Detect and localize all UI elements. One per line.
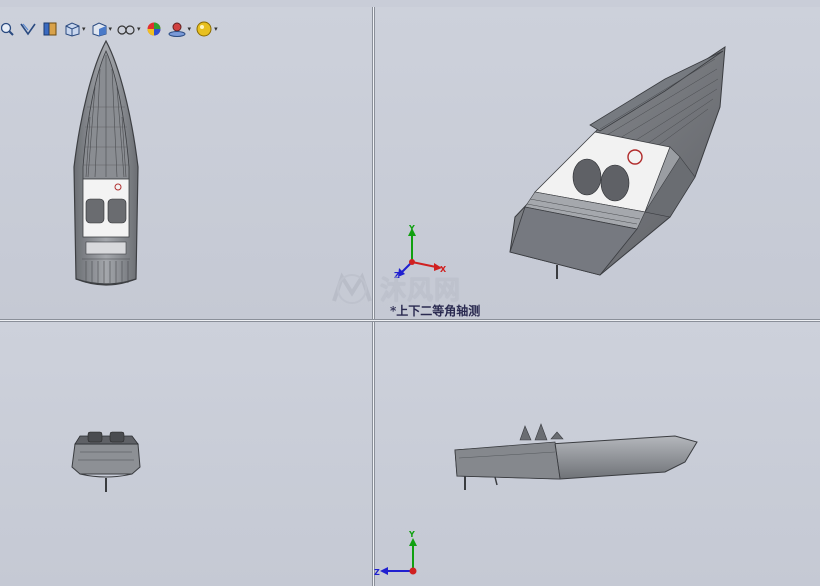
section-view-icon <box>43 22 57 36</box>
viewport-top-view[interactable]: ▾ ▾ ▾ ▾ ▾ <box>0 7 372 319</box>
boat-top-view <box>73 39 139 286</box>
watermark-logo-icon <box>332 271 372 304</box>
boat-front-view <box>71 431 141 492</box>
edit-appearance-icon <box>147 22 161 36</box>
apply-scene-button[interactable]: ▾ <box>166 19 193 39</box>
view-settings-button[interactable]: ▾ <box>194 19 219 39</box>
viewport-side-view[interactable] <box>375 322 820 586</box>
side-reference-triad: Y Z <box>374 530 417 577</box>
display-style-caret: ▾ <box>108 25 113 33</box>
apply-scene-caret: ▾ <box>187 25 192 33</box>
view-settings-icon <box>196 21 212 37</box>
viewport-front-view[interactable] <box>0 322 372 586</box>
display-style-button[interactable]: ▾ <box>89 19 114 39</box>
display-style-icon <box>92 22 107 37</box>
apply-scene-icon <box>168 22 186 37</box>
view-orientation-icon <box>65 22 80 37</box>
previous-view-icon <box>20 23 36 36</box>
view-orientation-caret: ▾ <box>82 25 86 33</box>
hide-show-items-icon <box>117 25 135 35</box>
view-settings-caret: ▾ <box>214 25 218 33</box>
view-orientation-label: *上下二等角轴测 <box>390 304 481 318</box>
zoom-to-area-icon <box>1 22 14 36</box>
hide-show-items-button[interactable]: ▾ <box>115 19 142 39</box>
hide-show-items-caret: ▾ <box>137 25 141 33</box>
heads-up-view-toolbar: ▾ ▾ ▾ ▾ ▾ <box>0 18 219 40</box>
boat-side-view <box>454 423 698 490</box>
previous-view-button[interactable] <box>18 19 38 39</box>
triad-y-label: Y <box>408 224 415 233</box>
edit-appearance-button[interactable] <box>144 19 164 39</box>
side-triad-y-label: Y <box>408 530 415 539</box>
zoom-to-area-button[interactable] <box>0 19 16 39</box>
view-orientation-button[interactable]: ▾ <box>62 19 87 39</box>
side-triad-z-label: Z <box>374 568 380 577</box>
section-view-button[interactable] <box>40 19 60 39</box>
horizontal-viewport-splitter[interactable] <box>0 319 820 322</box>
